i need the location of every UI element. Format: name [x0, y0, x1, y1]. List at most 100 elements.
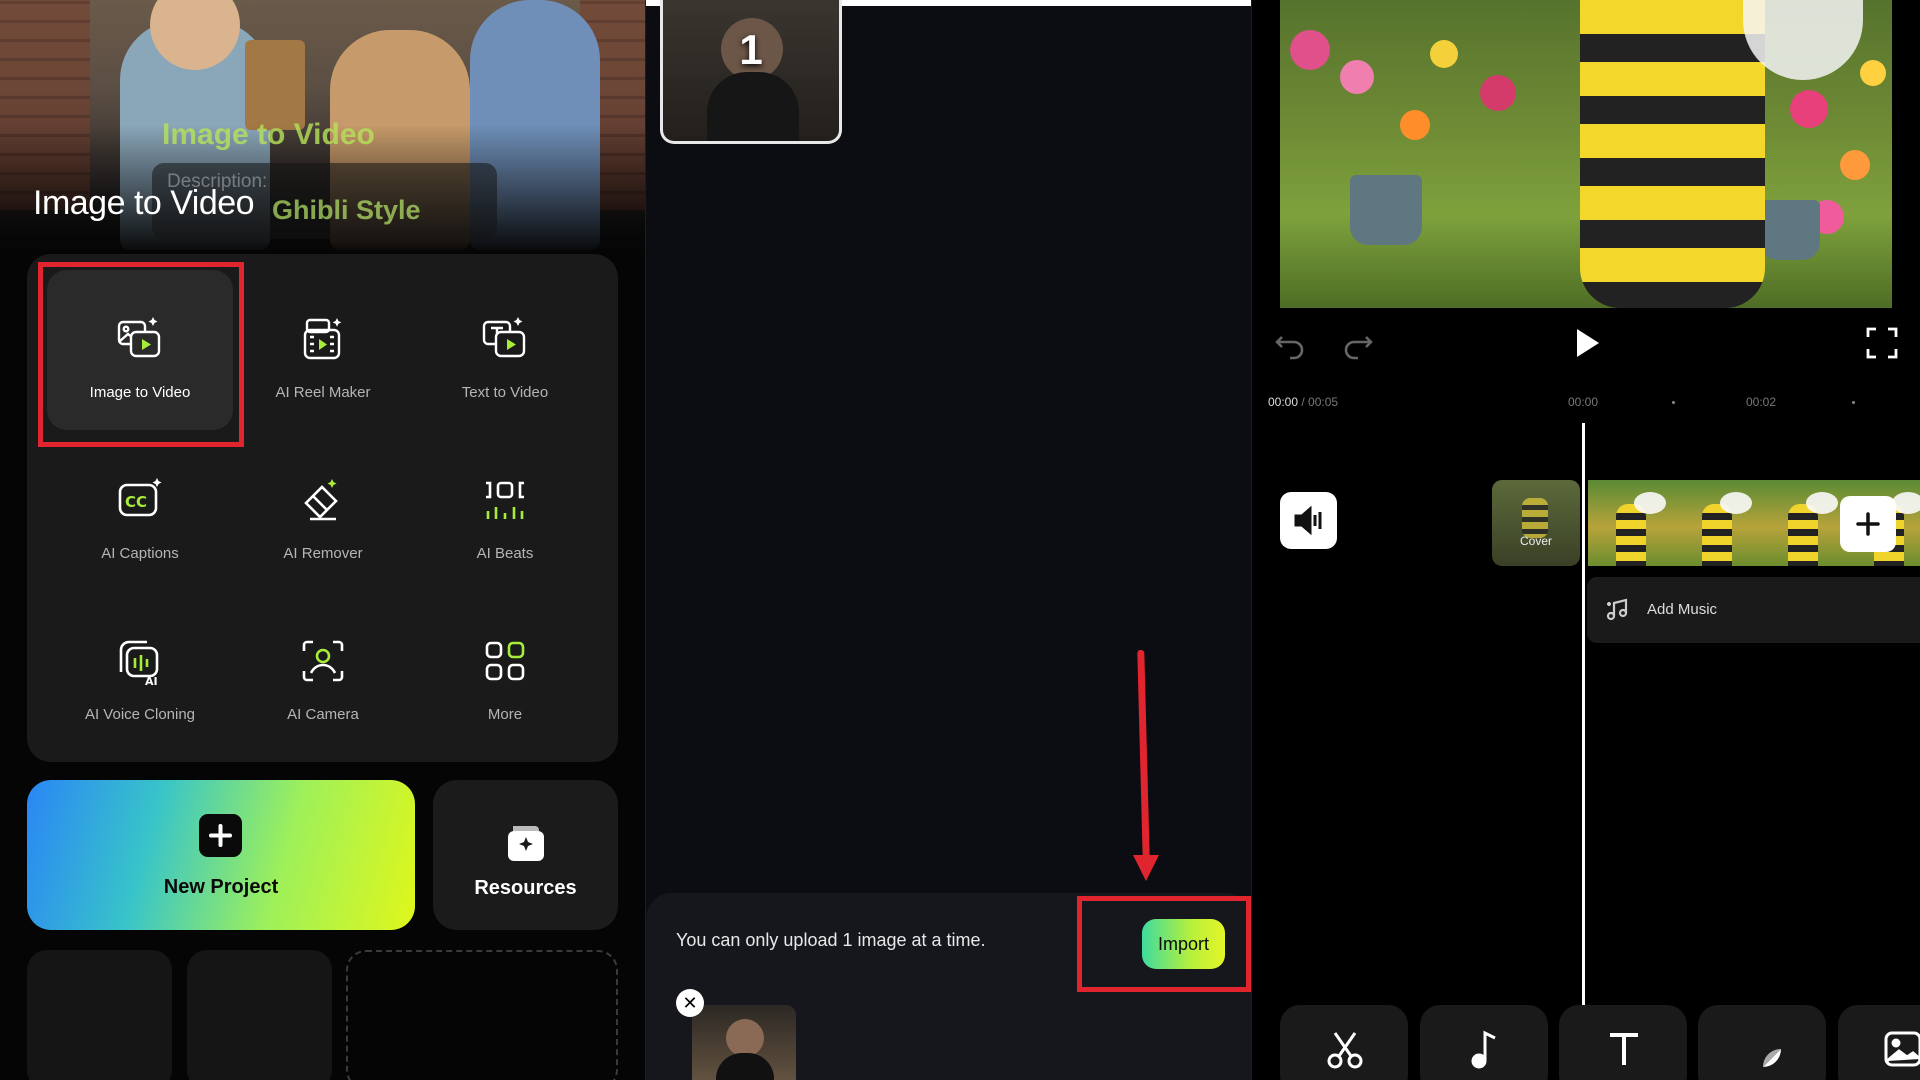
text-button[interactable] — [1559, 1005, 1687, 1080]
tool-text-to-video[interactable]: Text to Video — [412, 270, 598, 430]
preview-art-flower — [1430, 40, 1458, 68]
tool-label: AI Voice Cloning — [84, 706, 196, 723]
banner-overlay-title: Image to Video — [162, 118, 375, 151]
clip-frame[interactable] — [1588, 480, 1674, 566]
add-music-track[interactable]: Add Music — [1587, 577, 1920, 643]
ruler-dot — [1672, 401, 1675, 404]
tool-ai-captions[interactable]: CC AI Captions — [47, 431, 233, 591]
cover-art-bee — [1522, 498, 1548, 538]
current-time: 00:00 — [1268, 395, 1299, 409]
audio-button[interactable] — [1420, 1005, 1548, 1080]
tool-ai-reel-maker[interactable]: AI Reel Maker — [230, 270, 416, 430]
banner-style-label: Ghibli Style — [272, 195, 421, 225]
undo-icon — [1275, 336, 1304, 360]
image-icon — [1884, 1031, 1920, 1067]
new-project-label: New Project — [163, 876, 279, 898]
captions-icon: CC — [118, 478, 162, 517]
clip-frame[interactable] — [1760, 480, 1846, 566]
preview-art-bee-costume — [1580, 0, 1765, 308]
thumb-art-body — [707, 72, 799, 141]
resources-label: Resources — [474, 877, 577, 899]
cut-button[interactable] — [1280, 1005, 1408, 1080]
grid-icon — [485, 641, 525, 681]
add-clip-button[interactable] — [1840, 496, 1896, 552]
highlight-box-import — [1077, 896, 1251, 992]
video-preview[interactable] — [1280, 0, 1892, 308]
tool-ai-beats[interactable]: AI Beats — [412, 431, 598, 591]
play-button[interactable] — [1568, 325, 1604, 366]
cover-label: Cover — [1519, 534, 1552, 548]
banner-title: Image to Video — [33, 184, 255, 222]
home-panel: Description: Image to Video Ghibli Style… — [0, 0, 646, 1080]
project-card[interactable] — [187, 950, 332, 1080]
add-music-label: Add Music — [1647, 601, 1718, 618]
clip-frame[interactable] — [1674, 480, 1760, 566]
tool-ai-remover[interactable]: AI Remover — [230, 431, 416, 591]
preview-art-flower — [1340, 60, 1374, 94]
voice-cloning-icon: AI — [119, 640, 159, 688]
editor-panel: 00:00 / 00:05 00:00 00:02 Cover Add Musi… — [1252, 0, 1920, 1080]
mute-clip-button[interactable] — [1280, 492, 1337, 549]
redo-button[interactable] — [1340, 325, 1376, 366]
feature-banner[interactable]: Description: Image to Video Ghibli Style… — [0, 0, 646, 255]
play-icon — [1577, 329, 1599, 357]
new-project-button[interactable]: New Project — [27, 780, 415, 930]
preview-art-flower — [1400, 110, 1430, 140]
timecode: 00:00 / 00:05 — [1268, 395, 1338, 409]
tool-label: AI Reel Maker — [275, 384, 371, 401]
beats-icon — [486, 481, 524, 519]
frame-art-wing — [1720, 492, 1752, 514]
project-card-empty[interactable] — [346, 950, 618, 1080]
selected-image-preview[interactable] — [692, 1005, 796, 1080]
mini-art-body — [716, 1053, 774, 1080]
cover-thumbnail[interactable]: Cover — [1492, 480, 1580, 566]
tool-ai-camera[interactable]: AI Camera — [230, 592, 416, 752]
playhead[interactable] — [1582, 423, 1585, 1008]
selection-number: 1 — [739, 26, 763, 73]
svg-text:CC: CC — [125, 493, 147, 511]
total-time: / 00:05 — [1298, 395, 1339, 409]
banner-art-book — [245, 40, 305, 130]
preview-art-flower — [1290, 30, 1330, 70]
tool-label: More — [487, 706, 523, 723]
tool-label: AI Remover — [283, 545, 363, 562]
tool-label: AI Camera — [287, 706, 359, 723]
image-button[interactable] — [1838, 1005, 1920, 1080]
camera-person-icon — [302, 640, 344, 682]
preview-art-flower — [1840, 150, 1870, 180]
frame-art-wing — [1892, 492, 1920, 514]
upload-notice: You can only upload 1 image at a time. — [676, 930, 986, 950]
preview-art-flower — [1790, 90, 1828, 128]
frame-art-bee — [1616, 504, 1646, 566]
ruler-tick: 00:00 — [1568, 395, 1599, 409]
preview-art-pot — [1760, 200, 1820, 260]
remove-image-button[interactable]: ✕ — [676, 989, 704, 1017]
fullscreen-icon — [1866, 327, 1898, 359]
redo-icon — [1344, 336, 1373, 360]
tool-label: AI Captions — [101, 545, 179, 562]
frame-art-bee — [1702, 504, 1732, 566]
project-card[interactable] — [27, 950, 172, 1080]
speaker-icon — [1294, 505, 1322, 536]
tool-label: AI Beats — [476, 545, 534, 562]
preview-art-flower — [1480, 75, 1516, 111]
music-note-icon — [1606, 598, 1628, 621]
sticker-button[interactable] — [1698, 1005, 1826, 1080]
music-icon — [1471, 1030, 1496, 1069]
resources-icon — [503, 820, 549, 871]
selected-image-thumbnail[interactable]: 1 — [660, 0, 842, 144]
plus-icon — [199, 814, 242, 857]
fullscreen-button[interactable] — [1864, 325, 1900, 366]
preview-art-flower — [1860, 60, 1886, 86]
highlight-box-image-to-video — [38, 262, 244, 447]
reel-maker-icon — [303, 318, 342, 360]
resources-button[interactable]: Resources — [433, 780, 618, 930]
eraser-icon — [304, 479, 338, 521]
tool-ai-voice-cloning[interactable]: AI AI Voice Cloning — [47, 592, 233, 752]
undo-button[interactable] — [1272, 325, 1308, 366]
tool-more[interactable]: More — [412, 592, 598, 752]
svg-text:AI: AI — [145, 675, 158, 686]
frame-art-wing — [1634, 492, 1666, 514]
frame-art-bee — [1788, 504, 1818, 566]
text-icon — [1610, 1033, 1638, 1065]
